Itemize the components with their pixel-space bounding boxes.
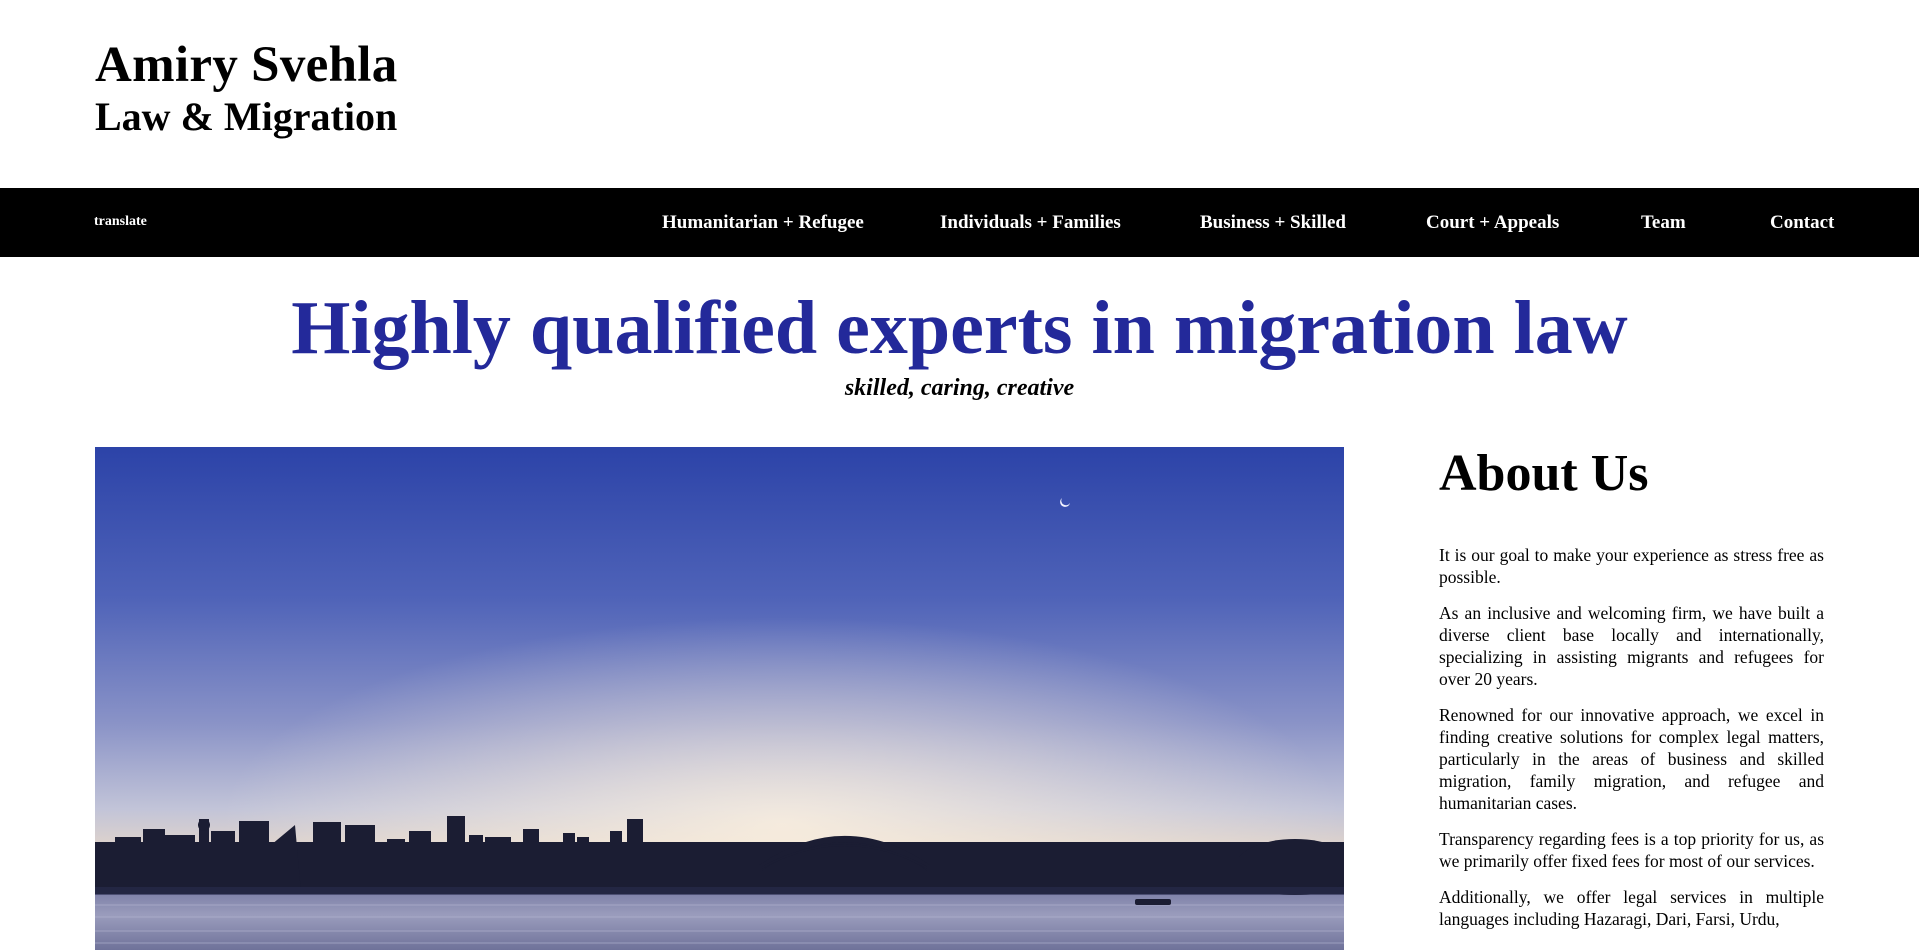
site-header: Amiry Svehla Law & Migration xyxy=(0,0,1919,188)
about-paragraph: Renowned for our innovative approach, we… xyxy=(1439,705,1824,813)
brand-name: Amiry Svehla xyxy=(95,37,398,93)
skyline-image-graphic xyxy=(95,447,1344,950)
sydney-harbour-skyline-photo xyxy=(95,447,1344,950)
nav-item-humanitarian-refugee[interactable]: Humanitarian + Refugee xyxy=(662,212,864,234)
about-section: About Us It is our goal to make your exp… xyxy=(1439,448,1824,944)
brand-logo[interactable]: Amiry Svehla Law & Migration xyxy=(95,40,398,137)
hero-subtitle: skilled, caring, creative xyxy=(844,375,1075,401)
about-paragraph: It is our goal to make your experience a… xyxy=(1439,545,1824,587)
brand-tagline: Law & Migration xyxy=(95,94,398,139)
hero-title: Highly qualified experts in migration la… xyxy=(291,286,1628,370)
about-paragraph: Transparency regarding fees is a top pri… xyxy=(1439,829,1824,871)
about-paragraph: As an inclusive and welcoming firm, we h… xyxy=(1439,603,1824,689)
nav-item-contact[interactable]: Contact xyxy=(1770,212,1834,234)
nav-item-individuals-families[interactable]: Individuals + Families xyxy=(940,212,1121,234)
nav-menu: Humanitarian + Refugee Individuals + Fam… xyxy=(0,212,1919,236)
nav-item-court-appeals[interactable]: Court + Appeals xyxy=(1426,212,1559,234)
nav-item-team[interactable]: Team xyxy=(1641,212,1686,234)
hero-section: Highly qualified experts in migration la… xyxy=(0,290,1919,400)
nav-item-business-skilled[interactable]: Business + Skilled xyxy=(1200,212,1346,234)
main-navigation: translate Humanitarian + Refugee Individ… xyxy=(0,188,1919,257)
about-paragraph: Additionally, we offer legal services in… xyxy=(1439,887,1824,929)
about-body: It is our goal to make your experience a… xyxy=(1439,544,1824,930)
about-title: About Us xyxy=(1439,445,1649,502)
